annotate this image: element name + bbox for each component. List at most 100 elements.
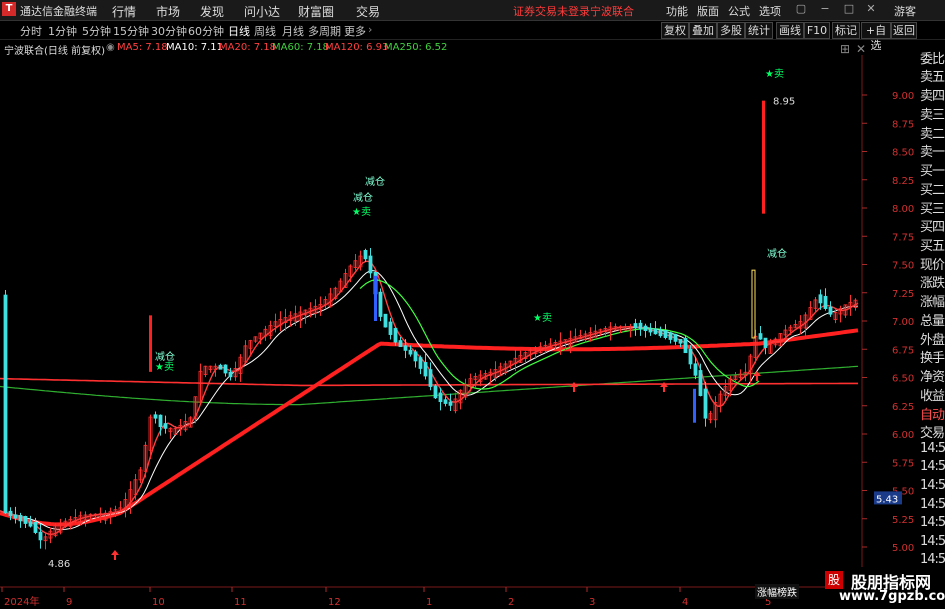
menu-hangqing[interactable]: 行情 [112, 3, 136, 20]
candle-body [18, 515, 23, 522]
period-multi[interactable]: 多周期 [308, 23, 341, 39]
app-logo-icon: T [2, 2, 16, 16]
candle-body [8, 510, 13, 516]
ma-legend: 宁波联合(日线 前复权) ◉ MA5: 7.18 MA10: 7.11 MA20… [0, 41, 866, 57]
fuquan-button[interactable]: 复权 [661, 22, 689, 39]
period-monthly[interactable]: 月线 [282, 23, 304, 39]
x-tick-label: 1 [426, 597, 432, 608]
draw-line-button[interactable]: 画线 [776, 22, 804, 39]
candle-body [678, 339, 683, 344]
quote-label: 卖四 [920, 89, 945, 104]
skin-icon[interactable]: ▢ [794, 2, 808, 16]
watermark-logo-icon: 股 [825, 571, 843, 589]
period-weekly[interactable]: 周线 [254, 23, 276, 39]
menu-caifuquan[interactable]: 财富圈 [298, 3, 334, 20]
quote-label: 涨跌 [920, 276, 945, 291]
candle-body [158, 414, 163, 428]
quote-label: 买一 [920, 164, 945, 179]
y-tick-label: 7.75 [892, 232, 914, 243]
period-5min[interactable]: 5分钟 [82, 23, 111, 39]
mark-button[interactable]: 标记 [832, 22, 860, 39]
rank-tag[interactable]: 涨幅榜跌 [755, 584, 799, 599]
quote-label: 14:56 [920, 459, 945, 474]
ma10-label: MA10: 7.11 [166, 42, 224, 53]
quote-label: 卖一 [920, 145, 945, 160]
period-more[interactable]: 更多 [344, 23, 366, 39]
period-15min[interactable]: 15分钟 [113, 23, 149, 39]
kline-chart[interactable]: 9.00 8.75 8.50 8.25 8.00 7.75 7.50 7.25 7.00 6.75… [0, 55, 918, 609]
period-30min[interactable]: 30分钟 [151, 23, 187, 39]
candle-body [23, 516, 28, 524]
y-tick-label: 8.25 [892, 176, 914, 187]
menu-gongshi[interactable]: 公式 [728, 3, 750, 19]
y-tick-label: 9.00 [892, 91, 914, 102]
current-stock-name: 宁波联合 [590, 5, 634, 18]
period-fenshi[interactable]: 分时 [20, 23, 42, 39]
close-icon[interactable]: ✕ [864, 2, 878, 16]
candle-body [383, 313, 388, 328]
quote-label: 买五 [920, 239, 945, 254]
settings-icon[interactable]: ◉ [106, 42, 115, 53]
chart-settings-icon[interactable]: ⊞ [840, 42, 850, 56]
candle-body [363, 249, 368, 260]
candle-body [763, 337, 768, 348]
spike-bar-high [762, 100, 765, 214]
candle-body [663, 330, 668, 338]
statistics-button[interactable]: 统计 [745, 22, 773, 39]
menu-jiaoyi[interactable]: 交易 [356, 3, 380, 20]
menu-gongneng[interactable]: 功能 [666, 3, 688, 19]
quote-label: 总量 [920, 314, 945, 329]
guest-user[interactable]: 游客 [894, 3, 916, 19]
maximize-icon[interactable]: □ [842, 2, 856, 16]
overlay-button[interactable]: 叠加 [689, 22, 717, 39]
f10-button[interactable]: F10 [804, 22, 830, 39]
y-tick-label: 6.25 [892, 402, 914, 413]
candle-body [418, 357, 423, 369]
quote-label[interactable]: 交易 [920, 422, 945, 441]
period-60min[interactable]: 60分钟 [188, 23, 224, 39]
quote-label[interactable]: 自动 [920, 404, 945, 423]
spike-bar [149, 315, 152, 372]
signal-annotation: ★卖 [533, 312, 552, 324]
period-daily[interactable]: 日线 [228, 23, 250, 39]
quote-label: 买四 [920, 220, 945, 235]
signal-annotation: ★卖 [155, 361, 174, 373]
candle-body [658, 330, 663, 337]
quote-label: 现价 [920, 258, 945, 273]
candle-body [633, 323, 638, 329]
candle-body [438, 392, 443, 403]
multi-stock-button[interactable]: 多股 [717, 22, 745, 39]
y-tick-label: 7.00 [892, 317, 914, 328]
login-warning[interactable]: 证券交易未登录 [513, 3, 590, 19]
candle-body [693, 363, 698, 376]
candle-body [368, 255, 373, 274]
ma250-label: MA250: 6.52 [384, 42, 448, 53]
chart-close-icon[interactable]: ✕ [856, 42, 866, 56]
candle-body [38, 531, 43, 541]
quote-label: 14:56 [920, 515, 945, 530]
candle-body [653, 328, 658, 335]
candle-body [828, 306, 833, 315]
menu-wenxiaoda[interactable]: 问小达 [244, 3, 280, 20]
candle-body [163, 423, 168, 429]
menu-shichang[interactable]: 市场 [156, 3, 180, 20]
quote-label: 涨幅 [920, 295, 945, 310]
candle-body [698, 370, 703, 396]
menu-xuanxiang[interactable]: 选项 [759, 3, 781, 19]
candle-body [443, 399, 448, 404]
quote-label: 买二 [920, 183, 945, 198]
add-watchlist-button[interactable]: +自选 [861, 22, 891, 52]
chevron-right-icon[interactable]: › [368, 23, 372, 36]
quote-label: 卖三 [920, 108, 945, 123]
back-button[interactable]: 返回 [891, 22, 917, 39]
candle-body [683, 337, 688, 354]
candle-body [823, 295, 828, 309]
y-tick-label: 5.00 [892, 543, 914, 554]
menu-banmian[interactable]: 版面 [697, 3, 719, 19]
signal-annotation: ★卖 [352, 206, 371, 218]
menu-faxian[interactable]: 发现 [200, 3, 224, 20]
candle-body [398, 340, 403, 348]
candle-body [388, 321, 393, 335]
period-1min[interactable]: 1分钟 [48, 23, 77, 39]
minimize-icon[interactable]: − [818, 2, 832, 16]
